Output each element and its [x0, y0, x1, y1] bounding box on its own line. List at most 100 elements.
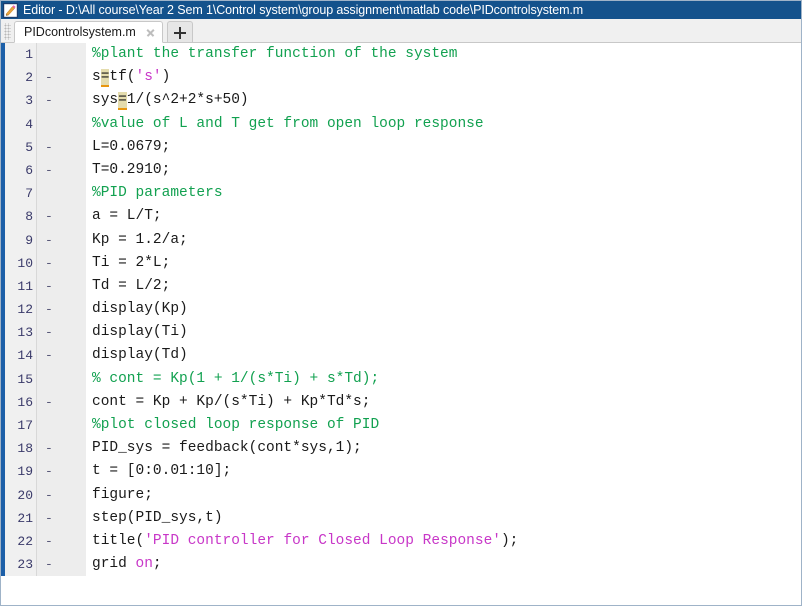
- code-text[interactable]: L=0.0679;: [86, 136, 801, 159]
- tab-pidcontrolsystem[interactable]: PIDcontrolsystem.m: [14, 21, 163, 43]
- executable-line-marker[interactable]: -: [36, 135, 86, 159]
- executable-line-marker[interactable]: -: [36, 251, 86, 275]
- line-number: 3: [5, 89, 36, 113]
- executable-line-marker[interactable]: [36, 112, 86, 136]
- code-line[interactable]: 18- PID_sys = feedback(cont*sys,1);: [1, 437, 801, 461]
- code-line[interactable]: 1 %plant the transfer function of the sys…: [1, 43, 801, 67]
- code-token-plain: Td = L/2;: [92, 277, 171, 294]
- code-line[interactable]: 17 %plot closed loop response of PID: [1, 414, 801, 438]
- executable-line-marker[interactable]: -: [36, 460, 86, 484]
- executable-line-marker[interactable]: -: [36, 437, 86, 461]
- code-token-comment: %value of L and T get from open loop res…: [92, 115, 484, 132]
- code-token-plain: a = L/T;: [92, 208, 162, 225]
- code-line[interactable]: 7 %PID parameters: [1, 182, 801, 206]
- executable-line-marker[interactable]: [36, 43, 86, 67]
- executable-line-marker[interactable]: -: [36, 66, 86, 90]
- code-text[interactable]: T=0.2910;: [86, 159, 801, 182]
- code-text[interactable]: %plant the transfer function of the syst…: [86, 43, 801, 66]
- code-token-plain: 1/(s^2+2*s+50): [126, 92, 249, 109]
- code-line[interactable]: 2- s=tf('s'): [1, 66, 801, 90]
- executable-line-marker[interactable]: -: [36, 205, 86, 229]
- code-text[interactable]: Ti = 2*L;: [86, 252, 801, 275]
- line-number: 10: [5, 251, 36, 275]
- code-token-plain: cont = Kp + Kp/(s*Ti) + Kp*Td*s;: [92, 393, 371, 410]
- code-token-plain: display(Td): [92, 347, 188, 364]
- code-token-plain: L=0.0679;: [92, 138, 171, 155]
- code-line[interactable]: 9- Kp = 1.2/a;: [1, 228, 801, 252]
- code-line[interactable]: 20- figure;: [1, 483, 801, 507]
- code-line[interactable]: 14- display(Td): [1, 344, 801, 368]
- code-line[interactable]: 8-a = L/T;: [1, 205, 801, 229]
- line-number: 4: [5, 112, 36, 136]
- code-token-plain: ;: [152, 556, 162, 573]
- drag-grip[interactable]: [4, 23, 11, 40]
- executable-line-marker[interactable]: [36, 182, 86, 206]
- code-line[interactable]: 21- step(PID_sys,t): [1, 506, 801, 530]
- executable-line-marker[interactable]: -: [36, 529, 86, 554]
- executable-line-marker[interactable]: -: [36, 321, 86, 345]
- executable-line-marker[interactable]: -: [36, 483, 86, 507]
- code-text[interactable]: grid on;: [86, 553, 801, 576]
- code-line[interactable]: 16- cont = Kp + Kp/(s*Ti) + Kp*Td*s;: [1, 390, 801, 414]
- executable-line-marker[interactable]: -: [36, 506, 86, 530]
- line-number: 7: [5, 182, 36, 206]
- code-text[interactable]: figure;: [86, 484, 801, 507]
- code-token-plain: tf(: [109, 69, 136, 86]
- executable-line-marker[interactable]: -: [36, 298, 86, 322]
- code-line[interactable]: 3- sys=1/(s^2+2*s+50): [1, 89, 801, 113]
- executable-line-marker[interactable]: -: [36, 390, 86, 414]
- code-line[interactable]: 12- display(Kp): [1, 298, 801, 322]
- code-line[interactable]: 6- T=0.2910;: [1, 158, 801, 183]
- code-token-plain: grid: [92, 556, 136, 573]
- code-token-comment: %plant the transfer function of the syst…: [92, 46, 458, 62]
- code-text[interactable]: display(Ti): [86, 321, 801, 344]
- code-line[interactable]: 10- Ti = 2*L;: [1, 251, 801, 275]
- code-line[interactable]: 15 % cont = Kp(1 + 1/(s*Ti) + s*Td);: [1, 367, 801, 391]
- code-text[interactable]: % cont = Kp(1 + 1/(s*Ti) + s*Td);: [86, 368, 801, 391]
- code-token-string: on: [135, 556, 153, 573]
- executable-line-marker[interactable]: [36, 367, 86, 391]
- matlab-editor-icon: [2, 2, 19, 18]
- executable-line-marker[interactable]: -: [36, 89, 86, 113]
- code-text[interactable]: sys=1/(s^2+2*s+50): [86, 89, 801, 112]
- code-text[interactable]: display(Kp): [86, 298, 801, 321]
- line-number: 20: [5, 483, 36, 507]
- code-text[interactable]: a = L/T;: [86, 205, 801, 228]
- code-text[interactable]: cont = Kp + Kp/(s*Ti) + Kp*Td*s;: [86, 391, 801, 414]
- executable-line-marker[interactable]: -: [36, 158, 86, 183]
- code-text[interactable]: PID_sys = feedback(cont*sys,1);: [86, 437, 801, 460]
- code-line[interactable]: 23- grid on;: [1, 553, 801, 577]
- executable-line-marker[interactable]: -: [36, 228, 86, 252]
- code-text[interactable]: Td = L/2;: [86, 275, 801, 298]
- code-line[interactable]: 22- title('PID controller for Closed Loop…: [1, 529, 801, 554]
- code-text[interactable]: display(Td): [86, 344, 801, 367]
- code-line[interactable]: 13- display(Ti): [1, 321, 801, 345]
- add-tab-icon[interactable]: [166, 21, 193, 42]
- line-number: 21: [5, 506, 36, 530]
- executable-line-marker[interactable]: -: [36, 344, 86, 368]
- executable-line-marker[interactable]: [36, 414, 86, 438]
- code-text[interactable]: title('PID controller for Closed Loop Re…: [86, 530, 801, 553]
- code-text[interactable]: t = [0:0.01:10];: [86, 460, 801, 483]
- code-text[interactable]: %value of L and T get from open loop res…: [86, 113, 801, 136]
- code-token-plain: Kp = 1.2/a;: [92, 231, 188, 248]
- code-line[interactable]: 5- L=0.0679;: [1, 135, 801, 159]
- code-text[interactable]: step(PID_sys,t): [86, 507, 801, 530]
- executable-line-marker[interactable]: -: [36, 553, 86, 577]
- code-line[interactable]: 11- Td = L/2;: [1, 274, 801, 299]
- code-text[interactable]: Kp = 1.2/a;: [86, 229, 801, 252]
- close-icon[interactable]: [143, 25, 158, 40]
- line-number: 2: [5, 66, 36, 90]
- code-token-comment: %plot closed loop response of PID: [92, 417, 380, 433]
- code-editor[interactable]: 1 %plant the transfer function of the sys…: [1, 43, 801, 605]
- code-line[interactable]: 4 %value of L and T get from open loop re…: [1, 112, 801, 136]
- code-text[interactable]: %PID parameters: [86, 182, 801, 205]
- code-line[interactable]: 19- t = [0:0.01:10];: [1, 460, 801, 484]
- code-text[interactable]: s=tf('s'): [86, 66, 801, 89]
- code-text[interactable]: %plot closed loop response of PID: [86, 414, 801, 437]
- line-number: 9: [5, 228, 36, 252]
- line-number: 16: [5, 390, 36, 414]
- line-number: 11: [5, 274, 36, 299]
- code-token-plain: display(Ti): [92, 324, 188, 341]
- executable-line-marker[interactable]: -: [36, 274, 86, 299]
